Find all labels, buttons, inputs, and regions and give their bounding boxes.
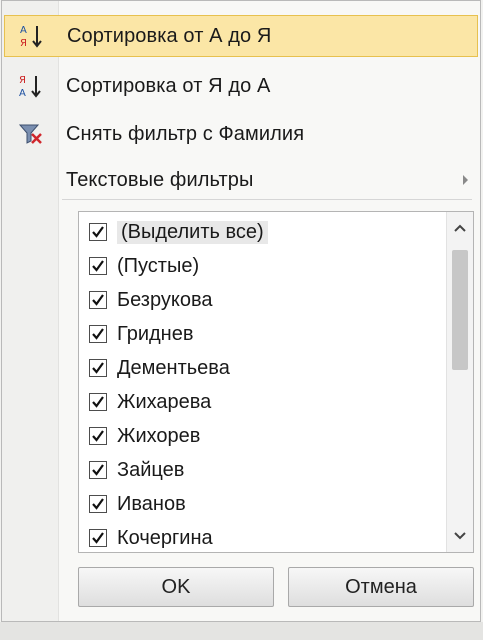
checkbox[interactable] bbox=[89, 427, 107, 445]
list-item[interactable]: Иванов bbox=[89, 487, 186, 521]
menu-item-label: Сортировка от А до Я bbox=[67, 24, 272, 47]
list-item[interactable]: Жихорев bbox=[89, 419, 200, 453]
menu-item-label: Снять фильтр с Фамилия bbox=[66, 122, 305, 145]
list-item-label: Иванов bbox=[117, 492, 186, 515]
menu-item-label: Текстовые фильтры bbox=[66, 168, 254, 191]
list-item-label: (Пустые) bbox=[117, 254, 200, 277]
window-background-strip bbox=[0, 622, 483, 640]
cancel-button[interactable]: Отмена bbox=[288, 567, 474, 607]
list-item-label: Безрукова bbox=[117, 288, 213, 311]
list-item-label: Зайцев bbox=[117, 458, 185, 481]
scroll-down-icon[interactable] bbox=[447, 524, 473, 548]
autofilter-menu: А Я Сортировка от А до Я Я А Сортировка … bbox=[1, 0, 481, 622]
checkbox[interactable] bbox=[89, 325, 107, 343]
submenu-arrow-icon bbox=[463, 175, 468, 185]
checkbox[interactable] bbox=[89, 461, 107, 479]
filter-values-list[interactable]: (Выделить все) (Пустые) Безрукова Гридне… bbox=[78, 211, 474, 553]
checkbox[interactable] bbox=[89, 359, 107, 377]
svg-text:А: А bbox=[20, 25, 27, 36]
checkbox[interactable] bbox=[89, 257, 107, 275]
checkbox[interactable] bbox=[89, 529, 107, 547]
checkbox[interactable] bbox=[89, 393, 107, 411]
svg-text:А: А bbox=[19, 88, 26, 99]
menu-item-clear-filter[interactable]: Снять фильтр с Фамилия bbox=[4, 113, 478, 155]
menu-item-sort-a-to-z[interactable]: А Я Сортировка от А до Я bbox=[4, 15, 478, 57]
list-item-label: Жихарева bbox=[117, 390, 212, 413]
list-item-label: Жихорев bbox=[117, 424, 201, 447]
list-item-select-all[interactable]: (Выделить все) bbox=[89, 215, 268, 249]
menu-item-text-filters[interactable]: Текстовые фильтры bbox=[4, 159, 478, 201]
list-item[interactable]: Кочергина bbox=[89, 521, 213, 552]
checkbox[interactable] bbox=[89, 291, 107, 309]
menu-item-sort-z-to-a[interactable]: Я А Сортировка от Я до А bbox=[4, 65, 478, 107]
ok-button[interactable]: OK bbox=[78, 567, 274, 607]
sort-z-to-a-icon: Я А bbox=[4, 65, 58, 107]
svg-text:Я: Я bbox=[19, 75, 26, 86]
scrollbar-thumb[interactable] bbox=[452, 250, 468, 370]
list-item-label: Гриднев bbox=[117, 322, 194, 345]
checkbox[interactable] bbox=[89, 495, 107, 513]
list-item[interactable]: Безрукова bbox=[89, 283, 213, 317]
menu-item-label: Сортировка от Я до А bbox=[66, 74, 271, 97]
svg-text:Я: Я bbox=[20, 38, 27, 49]
list-item[interactable]: Зайцев bbox=[89, 453, 184, 487]
checkbox[interactable] bbox=[89, 223, 107, 241]
list-item[interactable]: (Пустые) bbox=[89, 249, 199, 283]
list-item-label: Кочергина bbox=[117, 526, 213, 549]
list-item[interactable]: Гриднев bbox=[89, 317, 193, 351]
list-item[interactable]: Жихарева bbox=[89, 385, 211, 419]
list-item-label: Дементьева bbox=[117, 356, 230, 379]
menu-separator bbox=[62, 199, 472, 200]
vertical-scrollbar[interactable] bbox=[446, 212, 473, 552]
scroll-up-icon[interactable] bbox=[447, 216, 473, 240]
sort-a-to-z-icon: А Я bbox=[5, 15, 59, 57]
list-item[interactable]: Дементьева bbox=[89, 351, 230, 385]
list-item-label: (Выделить все) bbox=[117, 220, 268, 244]
clear-filter-icon bbox=[4, 113, 58, 155]
